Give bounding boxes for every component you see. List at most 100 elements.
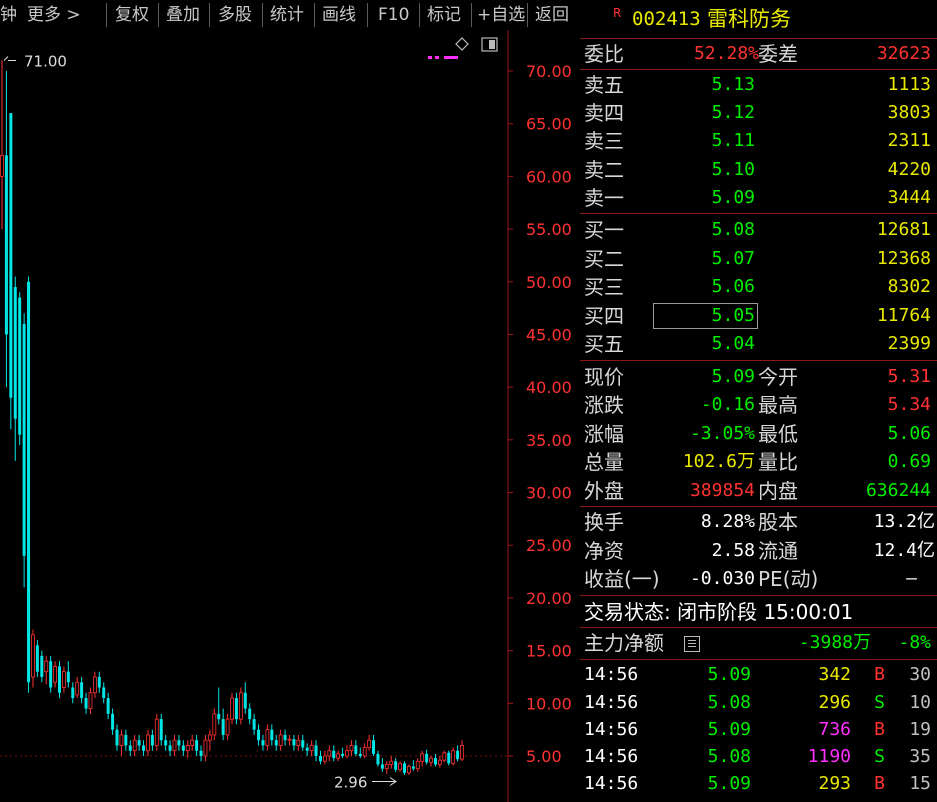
candle[interactable] — [199, 745, 203, 762]
candle[interactable] — [384, 761, 389, 774]
candle[interactable] — [411, 760, 415, 771]
candle[interactable] — [92, 671, 97, 699]
candle[interactable] — [88, 687, 93, 714]
candle[interactable] — [447, 750, 451, 766]
candle[interactable] — [354, 740, 358, 756]
candle[interactable] — [287, 734, 292, 746]
candle[interactable] — [394, 758, 398, 772]
candle[interactable] — [142, 740, 146, 756]
candle[interactable] — [119, 729, 124, 756]
candle[interactable] — [49, 655, 53, 693]
candle[interactable] — [318, 750, 322, 765]
overlay-button[interactable]: 叠加 — [166, 0, 200, 30]
candle[interactable] — [322, 750, 327, 765]
candle[interactable] — [80, 676, 84, 704]
window-toggle-icon[interactable] — [481, 37, 498, 52]
candle[interactable] — [97, 671, 101, 693]
candle[interactable] — [177, 734, 181, 751]
candle[interactable] — [283, 729, 287, 746]
candle[interactable] — [31, 629, 35, 688]
period-minute-button[interactable]: 钟 — [0, 0, 17, 30]
kline-chart-svg[interactable]: 70.00 65.00 60.00 55.00 50.00 45.00 40.00 35.00… — [0, 30, 580, 802]
candle[interactable] — [221, 708, 225, 741]
candle[interactable] — [341, 747, 345, 759]
candle[interactable] — [4, 71, 8, 388]
candle[interactable] — [106, 692, 110, 720]
buy-row[interactable]: 买五 5.04 2399 — [580, 330, 937, 358]
candle[interactable] — [137, 734, 141, 751]
tick-row[interactable]: 14:56 5.08 296 S 10 — [580, 689, 937, 717]
candle[interactable] — [146, 729, 150, 756]
candle[interactable] — [415, 758, 420, 772]
candle[interactable] — [367, 734, 372, 751]
candle[interactable] — [195, 734, 199, 756]
candle[interactable] — [292, 734, 296, 751]
candle[interactable] — [132, 734, 137, 756]
candle[interactable] — [217, 687, 221, 725]
candle[interactable] — [164, 734, 168, 751]
candle[interactable] — [332, 745, 336, 762]
candle[interactable] — [0, 60, 4, 230]
candle[interactable] — [362, 743, 367, 759]
candle[interactable] — [150, 729, 154, 751]
statistics-button[interactable]: 统计 — [270, 0, 304, 30]
candle[interactable] — [203, 734, 208, 762]
candle[interactable] — [301, 734, 305, 751]
candle[interactable] — [238, 687, 243, 725]
buy-row[interactable]: 买二 5.07 12368 — [580, 245, 937, 273]
candle[interactable] — [358, 747, 362, 759]
candle[interactable] — [274, 734, 278, 751]
candle[interactable] — [84, 692, 88, 714]
back-button[interactable]: 返回 — [535, 0, 569, 30]
candle[interactable] — [336, 750, 341, 762]
candle[interactable] — [403, 761, 406, 775]
candle[interactable] — [154, 713, 159, 751]
sell-row[interactable]: 卖二 5.10 4220 — [580, 156, 937, 184]
candle[interactable] — [442, 750, 447, 763]
multi-stock-button[interactable]: 多股 — [218, 0, 252, 30]
sell-row[interactable]: 卖一 5.09 3444 — [580, 184, 937, 212]
more-button[interactable]: 更多 > — [27, 0, 81, 30]
candle[interactable] — [314, 740, 318, 762]
candle[interactable] — [437, 756, 442, 768]
candle[interactable] — [185, 740, 190, 759]
candle[interactable] — [305, 743, 309, 756]
draw-line-button[interactable]: 画线 — [322, 0, 356, 30]
candle[interactable] — [18, 292, 22, 446]
candle[interactable] — [115, 724, 119, 751]
candle[interactable] — [372, 734, 376, 756]
candle[interactable] — [111, 708, 115, 735]
sell-row[interactable]: 卖五 5.13 1113 — [580, 71, 937, 99]
candle[interactable] — [425, 749, 429, 765]
candle[interactable] — [181, 740, 185, 756]
candle[interactable] — [270, 724, 274, 746]
restore-rights-button[interactable]: 复权 — [115, 0, 149, 30]
candle[interactable] — [309, 740, 314, 756]
candle[interactable] — [75, 676, 80, 699]
candle[interactable] — [407, 764, 411, 775]
sell-row[interactable]: 卖四 5.12 3803 — [580, 99, 937, 127]
kline-chart[interactable]: 70.00 65.00 60.00 55.00 50.00 45.00 40.00 35.00… — [0, 30, 580, 802]
candle[interactable] — [13, 276, 17, 461]
candle[interactable] — [261, 734, 265, 751]
candle[interactable] — [53, 661, 57, 688]
candle[interactable] — [102, 682, 106, 704]
candle[interactable] — [460, 740, 464, 762]
candle[interactable] — [243, 682, 247, 714]
list-icon[interactable] — [684, 636, 700, 652]
candle[interactable] — [225, 713, 230, 741]
tick-row[interactable]: 14:56 5.08 1190 S 35 — [580, 743, 937, 771]
candle[interactable] — [190, 734, 195, 751]
candle[interactable] — [398, 761, 402, 772]
add-watchlist-button[interactable]: +自选 — [477, 0, 525, 30]
candle[interactable] — [44, 655, 49, 685]
candle[interactable] — [327, 745, 332, 762]
candle[interactable] — [420, 750, 425, 767]
candle[interactable] — [389, 756, 394, 769]
tick-row[interactable]: 14:56 5.09 342 B 30 — [580, 661, 937, 689]
candle[interactable] — [66, 661, 70, 688]
candle[interactable] — [278, 729, 283, 751]
buy-row[interactable]: 买三 5.06 8302 — [580, 273, 937, 301]
candle[interactable] — [257, 724, 261, 746]
candle[interactable] — [71, 682, 75, 704]
